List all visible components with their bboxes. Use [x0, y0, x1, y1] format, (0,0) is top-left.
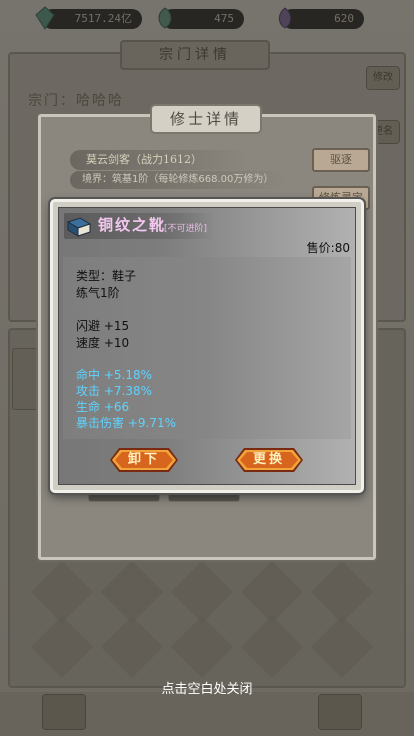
base-stat-speed: 速度 +10: [76, 336, 130, 350]
cultivator-name: 莫云剑客（战力1612）: [70, 150, 250, 170]
bonus-stat-hp: 生命 +66: [76, 400, 130, 414]
replace-button[interactable]: 更换: [234, 447, 304, 473]
bonus-stat-crit-damage: 暴击伤害 +9.71%: [76, 416, 176, 430]
replace-label: 更换: [252, 452, 285, 467]
detail-panel-title: 修士详情: [150, 104, 262, 134]
item-tag: [不可进阶]: [164, 224, 208, 234]
item-name: 铜纹之靴: [98, 216, 167, 234]
bonus-stat-attack: 攻击 +7.38%: [76, 384, 152, 398]
expel-button[interactable]: 驱逐: [312, 148, 370, 172]
bonus-stat-hit: 命中 +5.18%: [76, 368, 152, 382]
unequip-label: 卸下: [127, 452, 160, 467]
item-level: 练气1阶: [76, 286, 120, 300]
item-type: 类型：鞋子: [76, 269, 137, 283]
close-hint[interactable]: 点击空白处关闭: [0, 681, 414, 699]
unequip-button[interactable]: 卸下: [109, 447, 179, 473]
item-price: 售价:80: [306, 241, 350, 255]
base-stat-dodge: 闪避 +15: [76, 319, 130, 333]
book-icon: [66, 217, 92, 237]
cultivator-realm: 境界：筑基1阶（每轮修炼668.00万修为）: [70, 171, 288, 189]
